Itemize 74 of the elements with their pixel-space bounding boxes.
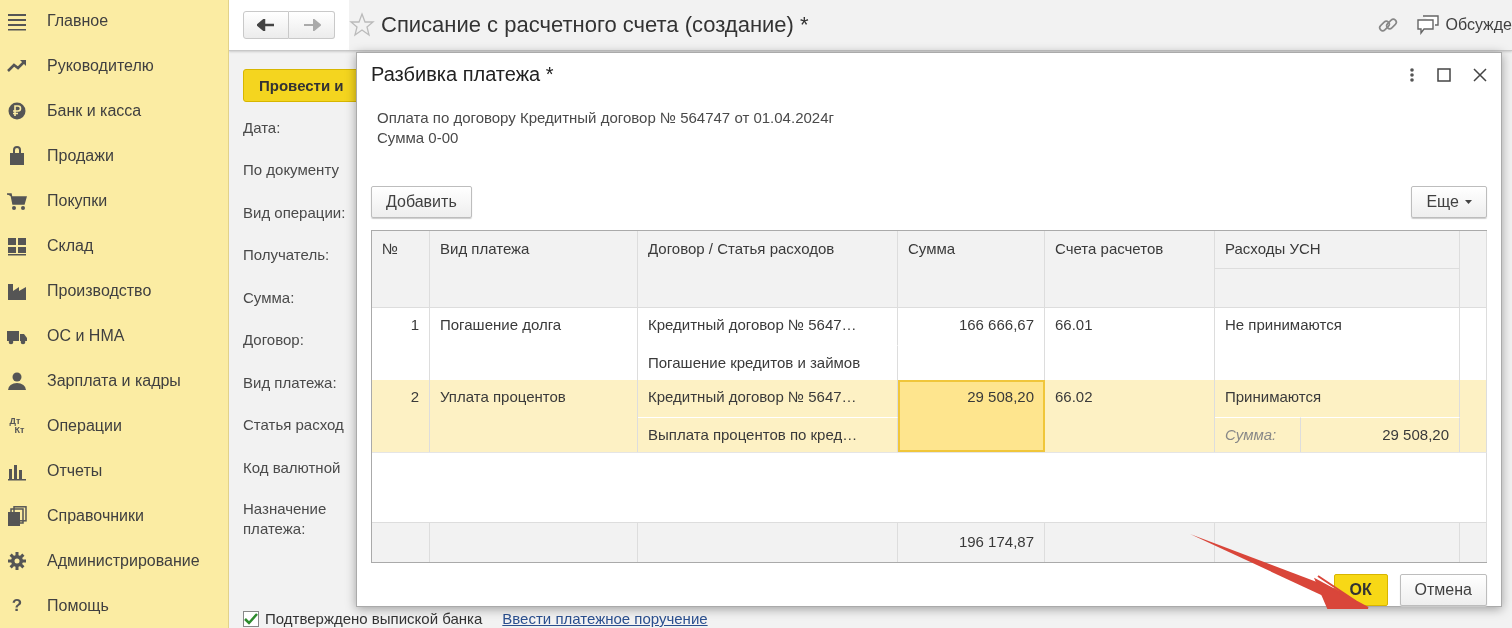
more-button[interactable]: Еще — [1411, 186, 1487, 218]
checkbox[interactable] — [243, 610, 259, 627]
column-header: Сумма — [898, 231, 1045, 308]
menu-item[interactable]: Главное — [0, 0, 228, 43]
table-cell: Выплата процентов по кред… — [638, 417, 898, 452]
column-header: Счета расчетов — [1045, 231, 1215, 308]
caret-icon — [1465, 200, 1472, 204]
icon-text: Дт Кт — [9, 416, 25, 435]
more-menu-icon[interactable] — [1409, 66, 1415, 83]
column-header: Вид платежа — [430, 231, 638, 308]
grid-icon — [7, 235, 27, 256]
settings-icon — [7, 550, 27, 571]
footer-cell — [1460, 522, 1487, 562]
column-header: Расходы УСН — [1215, 231, 1460, 269]
menu-item[interactable]: Дт Кт Операции — [0, 403, 228, 448]
ruble-icon — [7, 100, 27, 121]
menu-item[interactable]: Покупки — [0, 178, 228, 223]
person-icon — [7, 370, 27, 391]
bag-icon — [7, 145, 27, 166]
field-label: Назначение платежа: — [243, 498, 328, 539]
table-cell: Уплата процентов — [430, 380, 638, 452]
field-label: Получатель: — [243, 245, 330, 266]
menu-item[interactable]: Банк и касса — [0, 88, 228, 133]
table-cell: Кредитный договор № 5647… — [638, 308, 898, 345]
menu-item[interactable]: Продажи — [0, 133, 228, 178]
cart-icon — [7, 190, 27, 211]
table-cell: 29 508,20 — [898, 380, 1045, 452]
icon-text: ? — [11, 596, 23, 615]
document-title: Списание с расчетного счета (создание) * — [381, 12, 809, 38]
table-cell: 66.02 — [1045, 380, 1215, 452]
books-icon — [7, 505, 27, 526]
description-text: Сумма 0-00 — [377, 128, 460, 148]
check-icon — [244, 612, 258, 625]
menu-item[interactable]: Справочники — [0, 493, 228, 538]
table-cell — [1460, 380, 1487, 452]
menu-item[interactable]: Отчеты — [0, 448, 228, 493]
checkbox-label: Подтверждено выпиской банка — [265, 610, 483, 627]
menu-item[interactable]: Руководителю — [0, 43, 228, 88]
payment-order-link[interactable]: Ввести платежное поручение — [502, 610, 708, 627]
menu-item[interactable]: ? Помощь — [0, 583, 228, 628]
discussion-button[interactable]: Обсужде — [1417, 15, 1512, 35]
menu-item[interactable]: Зарплата и кадры — [0, 358, 228, 403]
field-label: Договор: — [243, 330, 304, 351]
chat-icon — [1417, 15, 1440, 35]
arrow-left-icon — [257, 19, 275, 31]
table-cell: 29 508,20 — [1301, 417, 1460, 452]
dialog-title: Разбивка платежа * — [371, 63, 554, 86]
add-button[interactable]: Добавить — [371, 186, 472, 218]
field-label: Дата: — [243, 117, 281, 138]
field-label: Вид операции: — [243, 202, 346, 223]
menu-item[interactable]: Администрирование — [0, 538, 228, 583]
maximize-icon[interactable] — [1437, 67, 1451, 82]
back-button[interactable] — [243, 11, 289, 39]
table-cell: Кредитный договор № 5647… — [638, 380, 898, 417]
table-cell: Сумма: — [1215, 417, 1301, 452]
cancel-button[interactable]: Отмена — [1399, 574, 1487, 606]
footer-cell — [372, 522, 430, 562]
total-sum: 196 174,87 — [898, 522, 1045, 562]
column-header: № — [372, 231, 430, 308]
menu-item[interactable]: Производство — [0, 268, 228, 313]
menu-item[interactable]: ОС и НМА — [0, 313, 228, 358]
column-header: Договор / Статья расходов — [638, 231, 898, 308]
field-label: По документу — [243, 160, 339, 181]
table-cell: Принимаются — [1215, 380, 1460, 417]
field-label: Вид платежа: — [243, 372, 337, 393]
description-text: Оплата по договору Кредитный договор № 564747 от 01.04.2024г — [377, 108, 835, 128]
field-label: Статья расход — [243, 415, 344, 436]
menu-item[interactable]: Склад — [0, 223, 228, 268]
field-label: Сумма: — [243, 287, 295, 308]
close-icon[interactable] — [1473, 67, 1487, 82]
arrow-right-icon — [302, 19, 321, 31]
star-icon[interactable] — [349, 12, 375, 38]
row-number: 2 — [372, 380, 430, 452]
field-label: Код валютной — [243, 457, 341, 478]
